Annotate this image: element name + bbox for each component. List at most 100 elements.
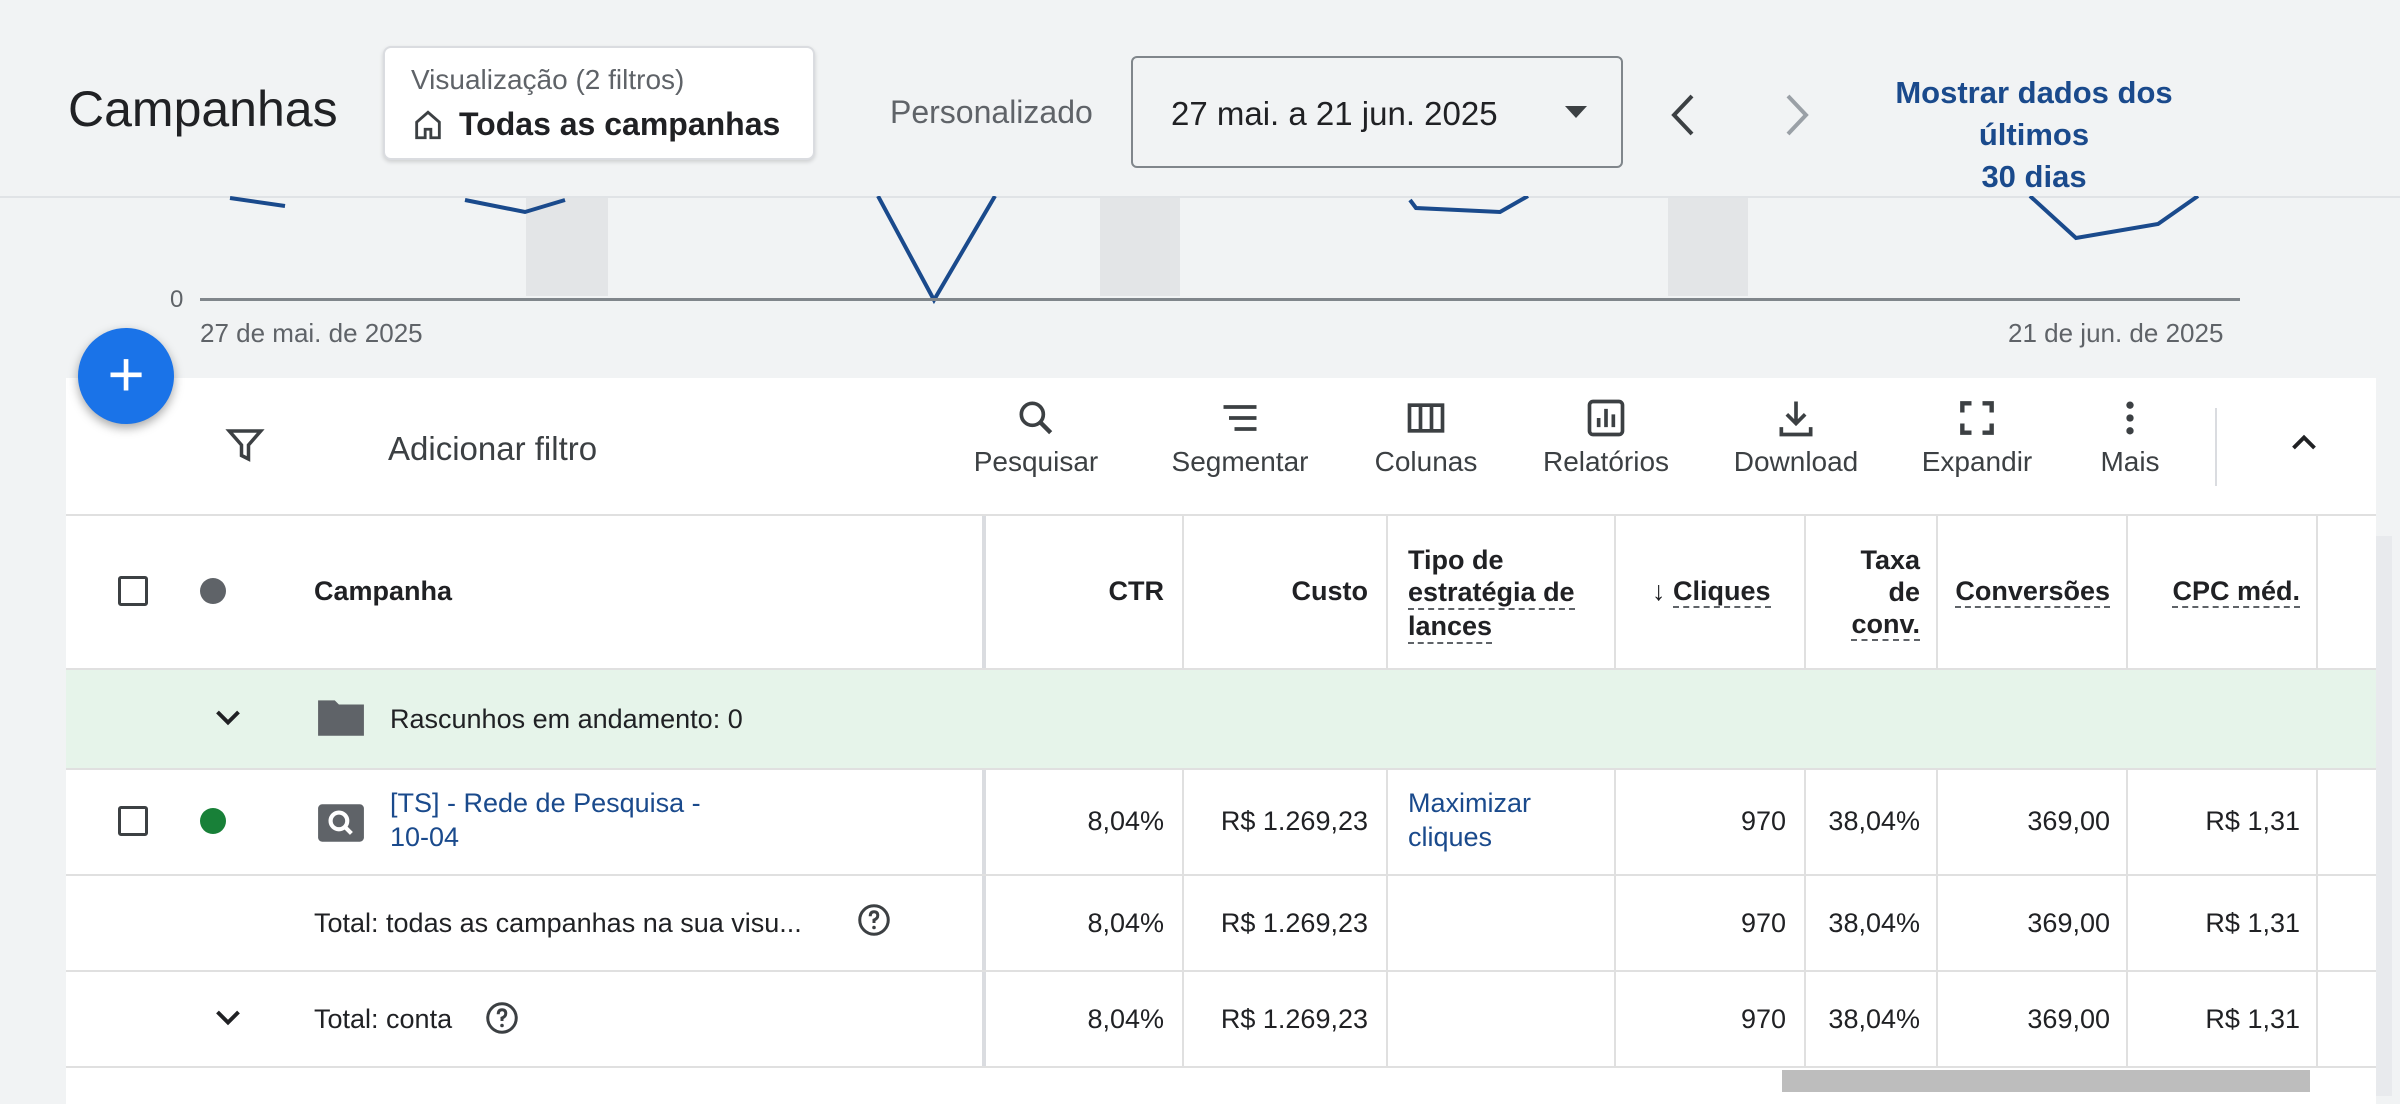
select-all-checkbox[interactable] [118, 576, 148, 606]
download-button[interactable]: Download [1722, 396, 1870, 478]
drafts-label[interactable]: Rascunhos em andamento: 0 [390, 704, 743, 735]
add-campaign-fab[interactable]: + [78, 328, 174, 424]
header-bid-l1: Tipo de [1408, 545, 1504, 575]
total-view-label: Total: todas as campanhas na sua visu... [314, 908, 802, 938]
status-header-icon [200, 578, 226, 604]
campaign-bid-l1: Maximizar [1408, 788, 1532, 818]
enabled-status-icon[interactable] [200, 808, 226, 834]
chevron-right-icon[interactable] [1780, 92, 1814, 138]
total-view-conv-rate: 38,04% [1828, 908, 1920, 938]
download-label: Download [1733, 446, 1859, 477]
search-button[interactable]: Pesquisar [962, 396, 1110, 478]
campaign-name-link[interactable]: [TS] - Rede de Pesquisa - 10-04 [390, 786, 701, 854]
more-vert-icon [2126, 401, 2134, 435]
row-divider [66, 874, 2376, 876]
header-bid-l3: lances [1408, 610, 1493, 644]
y-axis-zero-label: 0 [170, 286, 184, 313]
total-view-cpc: R$ 1,31 [2205, 908, 2300, 938]
expand-button[interactable]: Expandir [1912, 396, 2042, 478]
download-icon [1779, 401, 1813, 437]
view-name: Todas as campanhas [459, 106, 781, 142]
show-last-30-days-link[interactable]: Mostrar dados dos últimos 30 dias [1878, 72, 2190, 198]
header-bid-strategy[interactable]: Tipo de estratégia de lances [1408, 544, 1575, 644]
add-filter-button[interactable]: Adicionar filtro [388, 430, 597, 468]
chevron-down-icon[interactable] [208, 1000, 248, 1036]
campaign-row-checkbox[interactable] [118, 806, 148, 836]
columns-icon [1407, 403, 1445, 433]
header-bid-l2: estratégia de [1408, 576, 1575, 610]
row-divider [66, 768, 2376, 770]
header-conv-rate-l3: conv. [1851, 609, 1920, 641]
view-filters-label: Visualização (2 filtros) [411, 64, 685, 95]
segment-icon [1223, 405, 1257, 431]
dropdown-caret-icon [1565, 106, 1587, 118]
page-title: Campanhas [68, 81, 338, 137]
performance-chart-line [229, 196, 2200, 305]
bar-chart-icon [1587, 399, 1625, 437]
frozen-column-divider [982, 516, 986, 1068]
chevron-down-icon[interactable] [208, 700, 248, 736]
total-account-label: Total: conta [314, 1004, 453, 1034]
x-axis-end-label: 21 de jun. de 2025 [2008, 318, 2224, 348]
campaign-bid-l2: cliques [1408, 822, 1493, 852]
columns-label: Colunas [1374, 446, 1478, 477]
home-icon [415, 109, 441, 139]
campaign-ctr: 8,04% [1087, 806, 1164, 836]
reports-label: Relatórios [1542, 446, 1670, 477]
header-clicks[interactable]: ↓ Cliques [1652, 576, 1771, 608]
toolbar-separator [2215, 408, 2217, 486]
header-conversions[interactable]: Conversões [1940, 576, 2110, 608]
row-divider [66, 970, 2376, 972]
col-divider [1182, 516, 1184, 1068]
date-range-picker[interactable]: 27 mai. a 21 jun. 2025 [1131, 56, 1623, 168]
col-divider [1936, 516, 1938, 1068]
reports-button[interactable]: Relatórios [1532, 396, 1680, 478]
col-divider [1386, 516, 1388, 1068]
header-campaign[interactable]: Campanha [314, 576, 452, 607]
help-icon[interactable] [856, 902, 892, 938]
col-divider [1804, 516, 1806, 1068]
header-conversions-label: Conversões [1955, 576, 2110, 608]
header-cpc[interactable]: CPC méd. [2130, 576, 2300, 608]
filter-icon[interactable] [224, 424, 266, 466]
show-last-line2: 30 dias [1981, 159, 2087, 194]
show-last-line1: Mostrar dados dos últimos [1895, 75, 2173, 152]
row-divider [66, 1066, 2376, 1068]
chevron-left-icon[interactable] [1666, 92, 1700, 138]
header-ctr[interactable]: CTR [1080, 576, 1165, 607]
campaign-bid-strategy-link[interactable]: Maximizar cliques [1408, 786, 1531, 854]
sort-desc-icon: ↓ [1652, 576, 1674, 606]
header-cpc-label: CPC méd. [2172, 576, 2300, 608]
segment-label: Segmentar [1171, 446, 1309, 477]
header-clicks-label: Cliques [1673, 576, 1771, 608]
expand-label: Expandir [1921, 446, 2033, 477]
folder-icon [318, 700, 364, 736]
segment-button[interactable]: Segmentar [1160, 396, 1320, 478]
total-account-clicks: 970 [1740, 1004, 1786, 1034]
vertical-scrollbar[interactable] [2376, 536, 2392, 1096]
total-account-ctr: 8,04% [1087, 1004, 1164, 1034]
fullscreen-icon [1960, 401, 1994, 435]
chevron-up-icon[interactable] [2286, 424, 2322, 460]
help-icon[interactable] [484, 1000, 520, 1036]
view-selector[interactable]: Visualização (2 filtros) Todas as campan… [383, 46, 815, 160]
header-conv-rate[interactable]: Taxa de conv. [1820, 544, 1920, 641]
total-account-cpc: R$ 1,31 [2205, 1004, 2300, 1034]
search-label: Pesquisar [973, 446, 1099, 477]
col-divider [1614, 516, 1616, 1068]
search-icon [1019, 401, 1053, 435]
chart-x-axis [200, 298, 2240, 301]
more-button[interactable]: Mais [2090, 396, 2170, 478]
header-conv-rate-l2: de [1888, 577, 1920, 607]
date-range-value: 27 mai. a 21 jun. 2025 [1171, 95, 1498, 132]
campaign-conversions: 369,00 [2027, 806, 2110, 836]
view-name-wrap: Todas as campanhas [411, 106, 780, 143]
header-cost[interactable]: Custo [1200, 576, 1369, 607]
campaign-cost: R$ 1.269,23 [1220, 806, 1368, 836]
campaign-conv-rate: 38,04% [1828, 806, 1920, 836]
total-view-conversions: 369,00 [2027, 908, 2110, 938]
horizontal-scrollbar[interactable] [1782, 1070, 2310, 1092]
more-label: Mais [2100, 446, 2160, 477]
campaign-cpc: R$ 1,31 [2205, 806, 2300, 836]
columns-button[interactable]: Colunas [1366, 396, 1486, 478]
